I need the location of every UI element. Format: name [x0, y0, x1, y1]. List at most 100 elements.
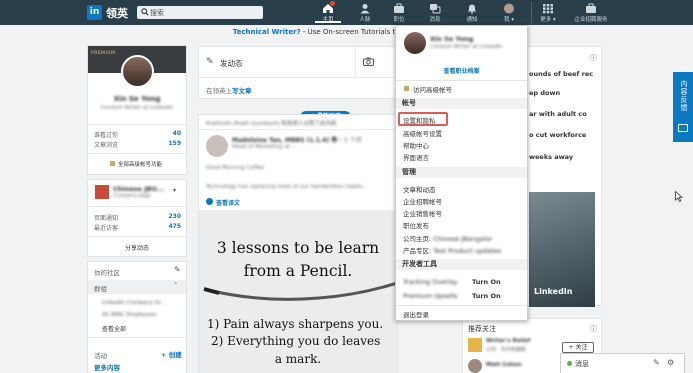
menu-showcase-page[interactable]: 产品专区: Test Product updates: [403, 245, 501, 255]
settings-gear-icon[interactable]: ⚙: [667, 358, 674, 367]
view-profile-link[interactable]: 查看职业档案: [396, 66, 527, 75]
compose-icon[interactable]: ✎: [653, 358, 660, 367]
news-item-1[interactable]: ounds of beef rec: [529, 70, 593, 78]
linkedin-logo[interactable]: in: [87, 5, 102, 20]
follow-title: 推荐关注: [468, 325, 496, 333]
post-image[interactable]: 3 lessons to be learn from a Pencil. 1) …: [199, 210, 397, 373]
profile-avatar[interactable]: [121, 55, 154, 88]
translate-link[interactable]: 查看译文: [216, 198, 240, 207]
nav-jobs[interactable]: 职位: [386, 3, 412, 23]
nav-messaging[interactable]: 消息: [422, 3, 448, 23]
messaging-bar[interactable]: 消息 ✎ ⚙: [560, 353, 685, 373]
community-title: 你的社区: [94, 269, 120, 277]
menu-job-postings[interactable]: 职位发布: [403, 220, 429, 230]
menu-posts-activity[interactable]: 文章和动态: [403, 184, 436, 194]
author-avatar[interactable]: [206, 135, 228, 157]
news-item-5[interactable]: weeks away: [529, 153, 573, 161]
tool-2-turn-on[interactable]: Turn On: [472, 292, 501, 300]
divider: [88, 337, 186, 338]
news-item-4[interactable]: o cut workforce: [529, 131, 586, 139]
divider: [396, 80, 527, 81]
section-account: 帐号: [396, 98, 527, 109]
company-sub: Company page: [113, 193, 151, 199]
author-title: Head of Marketing at ...: [232, 144, 297, 150]
company-stat-2-value[interactable]: 475: [168, 223, 181, 230]
writers-relief-logo[interactable]: [468, 338, 482, 352]
image-text-3: 1) Pain always sharpens you.: [207, 317, 384, 331]
follow-suggestion-1-name[interactable]: Writer's Relief: [486, 338, 530, 344]
search-input[interactable]: 搜索: [137, 6, 263, 19]
messages-icon: [430, 4, 441, 14]
info-icon[interactable]: ⓘ: [590, 324, 597, 334]
community-card: 你的社区 ✎ 群组 ˄ LinkedIn Company Gr... All A…: [87, 261, 187, 373]
stat-articles-label[interactable]: 文章浏览: [94, 140, 118, 149]
chevron-up-icon[interactable]: ˄: [174, 282, 178, 290]
image-text-2: from a Pencil.: [243, 262, 353, 280]
post-button[interactable]: 发动态: [220, 58, 243, 69]
profile-headline: Content Writer at Linkedin: [100, 105, 174, 111]
nav-talent-solutions[interactable]: 企业招聘服务: [566, 3, 616, 23]
menu-company-page[interactable]: 公司主页: Chinese JBangalor: [403, 233, 492, 243]
profile-name[interactable]: Xin Se Yong: [88, 95, 186, 103]
groups-label[interactable]: 群组: [94, 283, 107, 293]
news-item-3[interactable]: ar with adult co: [529, 110, 587, 118]
nav-home[interactable]: 主页: [315, 1, 341, 23]
stat-viewers-label[interactable]: 谁看过你: [94, 130, 118, 139]
company-card: Chinese JBU... Company page ▾ 页面通知 230 最…: [87, 179, 187, 257]
menu-help-center[interactable]: 帮助中心: [403, 140, 429, 150]
menu-sales[interactable]: 企业销售帐号: [403, 208, 442, 218]
info-icon[interactable]: ⓘ: [590, 53, 597, 63]
nav-me[interactable]: 我 ▾: [496, 3, 522, 23]
divider: [199, 77, 397, 78]
menu-premium[interactable]: 访问高级帐号: [413, 84, 452, 94]
menu-premium-settings[interactable]: 高级帐号设置: [403, 128, 442, 138]
follow-button[interactable]: + 关注: [562, 342, 594, 353]
more-content-link[interactable]: 更多内容: [94, 362, 120, 372]
menu-name: Xin Se Yong: [430, 35, 474, 43]
nav-notifications[interactable]: 通知: [459, 3, 485, 23]
company-name[interactable]: Chinese JBU...: [113, 185, 164, 193]
feedback-label: 内容反馈: [680, 80, 688, 112]
menu-avatar[interactable]: [404, 32, 426, 54]
group-item-2[interactable]: All APAC Employees: [102, 312, 157, 318]
suggestion-avatar[interactable]: [468, 359, 482, 373]
author-name[interactable]: Madeleine Tan, MBBS (1.1.4) 等 · 1 个月: [232, 135, 362, 144]
chevron-down-icon[interactable]: ▾: [173, 187, 176, 194]
stat-viewers-value[interactable]: 40: [173, 130, 181, 137]
messaging-label[interactable]: 消息: [575, 359, 589, 369]
write-article-link[interactable]: 写文章: [232, 85, 252, 95]
camera-icon[interactable]: [363, 57, 374, 66]
premium-features-link[interactable]: 全部高级帐号功能: [118, 160, 162, 168]
news-item-2[interactable]: ep down: [529, 89, 560, 97]
nav-divider: [531, 2, 532, 23]
company-stat-1-label[interactable]: 页面通知: [94, 213, 118, 222]
events-label[interactable]: 活动: [94, 350, 107, 360]
menu-language[interactable]: 界面语言: [403, 152, 429, 162]
nav-more[interactable]: 更多 ▾: [535, 3, 561, 23]
banner-headline[interactable]: Technical Writer?: [233, 28, 301, 36]
group-item-1[interactable]: LinkedIn Company Gr...: [102, 300, 166, 306]
post-composer: ✎ 发动态 在领英上 写文章: [198, 46, 398, 99]
company-stat-2-label[interactable]: 最近访客: [94, 223, 118, 232]
divider: [88, 206, 186, 207]
nav-network[interactable]: 人脉: [352, 3, 378, 23]
divider: [88, 153, 186, 154]
edit-icon[interactable]: ✎: [174, 265, 181, 274]
menu-recruiter[interactable]: 企业招聘帐号: [403, 196, 442, 206]
stat-articles-value[interactable]: 159: [168, 140, 181, 147]
feedback-tab[interactable]: 内容反馈: [673, 72, 693, 142]
sponsored-banner[interactable]: Technical Writer? - Use On-screen Tutori…: [0, 25, 693, 40]
ad-image[interactable]: LinkedIn: [529, 192, 595, 307]
post-text-1: Good Morning Coffee: [206, 165, 265, 171]
tool-1-turn-on[interactable]: Turn On: [472, 278, 501, 286]
view-all-groups[interactable]: 查看全部: [102, 324, 126, 333]
follow-suggestion-2-name[interactable]: Matt Cohen: [486, 362, 522, 368]
feed-actor[interactable]: Prathinth (Prath Gundlach) 和其他人点赞了此内容: [206, 119, 336, 127]
create-event-button[interactable]: + 创建: [161, 349, 182, 359]
company-stat-1-value[interactable]: 230: [168, 213, 181, 220]
globe-icon: [206, 198, 213, 205]
menu-sign-out[interactable]: 退出登录: [403, 309, 429, 319]
share-update-button[interactable]: 分享动态: [88, 243, 186, 252]
image-text-5: a mark.: [274, 352, 322, 366]
company-logo[interactable]: [95, 185, 109, 199]
